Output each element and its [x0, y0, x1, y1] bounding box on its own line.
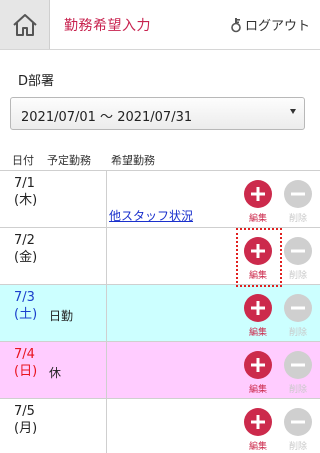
minus-icon — [291, 420, 305, 424]
column-header-planned: 予定勤務 — [47, 154, 91, 167]
logout-label: ログアウト — [244, 19, 310, 34]
date-cell: 7/2 (金) — [0, 228, 107, 284]
minus-icon — [291, 249, 305, 253]
row-date: 7/5 — [14, 404, 35, 419]
row-planned-shift: 休 — [49, 366, 62, 380]
highlight-box — [236, 228, 282, 287]
period-select[interactable]: 2021/07/01 〜 2021/07/31 — [10, 97, 305, 130]
row-date: 7/3 — [14, 290, 35, 305]
edit-label: 編集 — [248, 442, 267, 452]
plus-icon — [251, 415, 265, 429]
row-weekday: (月) — [14, 421, 38, 436]
edit-button[interactable]: 編集 — [243, 408, 273, 452]
plus-icon — [251, 187, 265, 201]
home-button[interactable] — [0, 0, 50, 49]
row-date: 7/4 — [14, 347, 35, 362]
delete-button[interactable]: 削除 — [283, 237, 313, 281]
minus-icon — [291, 192, 305, 196]
plus-icon — [251, 358, 265, 372]
edit-button[interactable]: 編集 — [243, 351, 273, 395]
logout-button[interactable]: ログアウト — [230, 15, 310, 34]
delete-button[interactable]: 削除 — [283, 408, 313, 452]
column-header-requested: 希望勤務 — [111, 154, 155, 167]
page-title: 勤務希望入力 — [64, 18, 151, 34]
home-icon — [12, 13, 37, 36]
table-row: 7/4 (日) 休 編集 削除 — [0, 342, 320, 399]
row-date: 7/2 — [14, 233, 35, 248]
edit-button[interactable]: 編集 — [243, 180, 273, 224]
edit-label: 編集 — [248, 214, 267, 224]
row-date: 7/1 — [14, 176, 35, 191]
minus-icon — [291, 306, 305, 310]
delete-label: 削除 — [288, 385, 307, 395]
column-header-date: 日付 — [12, 154, 34, 167]
period-value: 2021/07/01 〜 2021/07/31 — [21, 110, 193, 125]
delete-button[interactable]: 削除 — [283, 180, 313, 224]
table-row: 7/5 (月) 編集 削除 — [0, 399, 320, 453]
date-cell: 7/1 (木) — [0, 171, 107, 227]
delete-label: 削除 — [288, 214, 307, 224]
caret-down-icon — [290, 109, 296, 114]
minus-icon — [291, 363, 305, 367]
other-staff-status-link[interactable]: 他スタッフ状況 — [109, 207, 193, 224]
row-weekday: (土) — [14, 307, 38, 322]
date-cell: 7/4 (日) 休 — [0, 342, 107, 398]
edit-button[interactable]: 編集 — [243, 294, 273, 338]
delete-label: 削除 — [288, 442, 307, 452]
app-header: 勤務希望入力 ログアウト — [0, 0, 320, 50]
row-weekday: (金) — [14, 250, 38, 265]
table-row: 7/3 (土) 日勤 編集 削除 — [0, 285, 320, 342]
edit-label: 編集 — [248, 385, 267, 395]
department-label: D部署 — [18, 74, 55, 89]
key-icon — [231, 17, 241, 32]
shift-table: 7/1 (木) 他スタッフ状況 編集 削除 7/2 (金) 編集 削除 7/3 … — [0, 170, 320, 453]
delete-label: 削除 — [288, 328, 307, 338]
delete-button[interactable]: 削除 — [283, 294, 313, 338]
date-cell: 7/3 (土) 日勤 — [0, 285, 107, 341]
date-cell: 7/5 (月) — [0, 399, 107, 453]
table-row: 7/1 (木) 他スタッフ状況 編集 削除 — [0, 171, 320, 228]
row-weekday: (日) — [14, 364, 38, 379]
delete-button[interactable]: 削除 — [283, 351, 313, 395]
row-weekday: (木) — [14, 193, 38, 208]
row-planned-shift: 日勤 — [49, 309, 74, 323]
plus-icon — [251, 301, 265, 315]
delete-label: 削除 — [288, 271, 307, 281]
edit-label: 編集 — [248, 328, 267, 338]
